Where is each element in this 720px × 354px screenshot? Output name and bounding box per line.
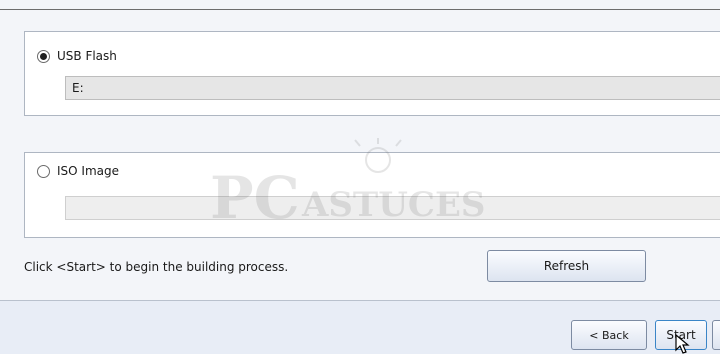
usb-flash-label: USB Flash [57, 49, 117, 63]
iso-image-group: ISO Image [24, 152, 720, 238]
iso-image-label: ISO Image [57, 164, 119, 178]
mouse-pointer-icon [675, 334, 690, 354]
radio-selected-icon[interactable] [37, 49, 50, 63]
radio-unselected-icon[interactable] [37, 164, 50, 178]
instruction-text: Click <Start> to begin the building proc… [24, 260, 289, 274]
iso-image-radio-row[interactable]: ISO Image [37, 164, 119, 178]
next-button-partial[interactable] [712, 320, 720, 350]
window-top-border [0, 9, 720, 10]
usb-flash-group: USB Flash E: [24, 31, 720, 116]
usb-flash-radio-row[interactable]: USB Flash [37, 49, 117, 63]
back-button[interactable]: < Back [571, 320, 647, 350]
iso-path-field[interactable] [65, 196, 720, 220]
refresh-button[interactable]: Refresh [487, 250, 646, 282]
usb-creation-window: USB Flash E: ISO Image PC ASTUCES Click … [0, 0, 720, 354]
usb-drive-field[interactable]: E: [65, 76, 720, 100]
